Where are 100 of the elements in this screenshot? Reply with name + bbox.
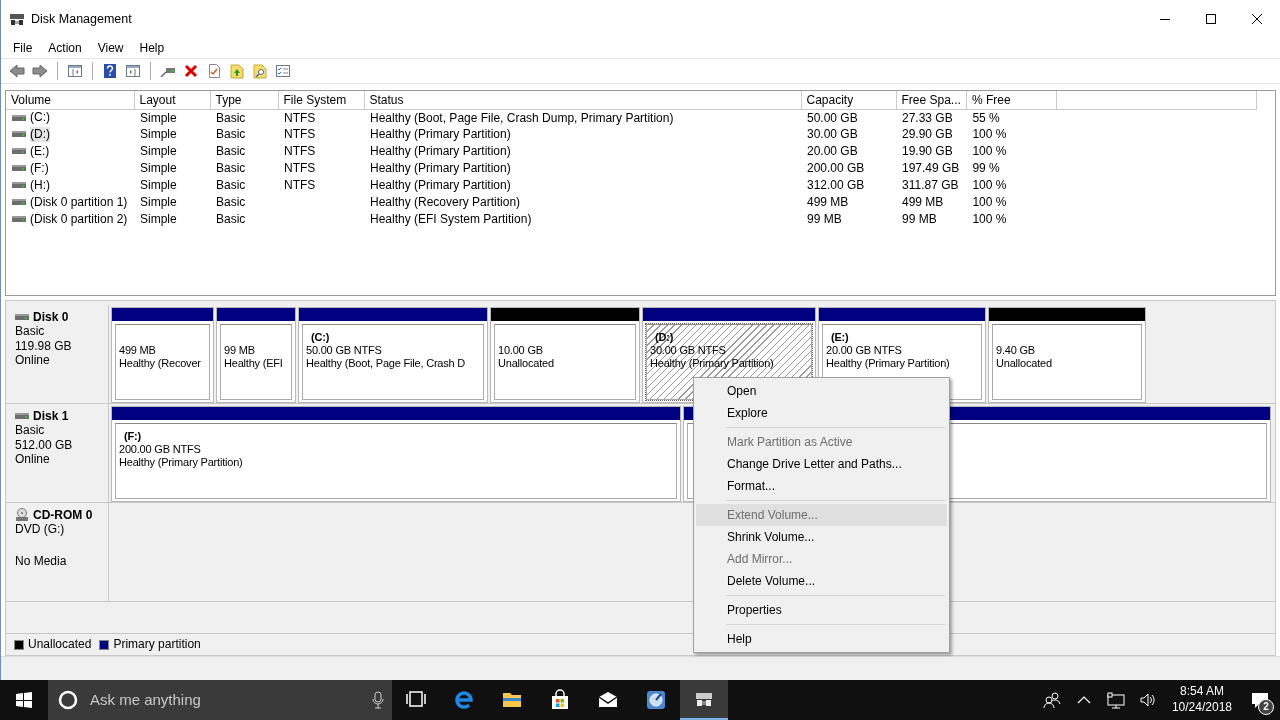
table-cell: 499 MB — [807, 195, 849, 210]
clock-date[interactable]: 10/24/2018 — [1171, 700, 1232, 716]
clock-time[interactable]: 8:54 AM — [1171, 684, 1232, 700]
table-cell: NTFS — [284, 178, 316, 193]
table-cell: 19.90 GB — [902, 144, 953, 159]
menu-item[interactable]: View — [89, 40, 132, 56]
partition-block[interactable]: (C:) 50.00 GB NTFS Healthy (Boot, Page File, Crash D — [298, 307, 488, 403]
drive-label[interactable]: (D:) — [30, 127, 50, 142]
menu-item[interactable]: Shrink Volume... — [696, 526, 947, 548]
folder-search-button[interactable] — [250, 61, 270, 81]
drive-label[interactable]: (Disk 0 partition 2) — [30, 212, 128, 227]
partition-status: Healthy (Primary Partition) — [650, 357, 775, 371]
notifications-button[interactable]: 2 — [1240, 680, 1280, 720]
table-cell: Simple — [140, 212, 177, 227]
partition-label: (C:) — [310, 331, 330, 345]
menu-item[interactable]: Change Drive Letter and Paths... — [696, 453, 947, 475]
people-icon — [1042, 691, 1061, 709]
partition-status: Healthy (Primary Partition) — [826, 357, 951, 371]
legend-label: Primary partition — [113, 637, 201, 652]
disk-info: Online — [15, 452, 51, 467]
table-cell: 311.87 GB — [902, 178, 959, 193]
table-cell: Healthy (Primary Partition) — [370, 144, 511, 159]
table-cell: Healthy (Primary Partition) — [370, 161, 511, 176]
partition-label: (F:) — [123, 430, 141, 444]
table-cell: Healthy (EFI System Partition) — [370, 212, 532, 227]
checklist-icon — [275, 63, 291, 79]
table-cell: 30.00 GB — [807, 127, 858, 142]
table-cell: Basic — [216, 212, 246, 227]
forward-arrow-button[interactable] — [30, 61, 50, 81]
drive-icon — [15, 313, 29, 322]
drive-icon — [12, 198, 26, 207]
column-header[interactable]: Type — [210, 91, 278, 109]
table-cell: Basic — [216, 127, 246, 142]
table-cell: 312.00 GB — [807, 178, 865, 193]
disk-info: Basic — [15, 324, 46, 339]
table-cell: Healthy (Recovery Partition) — [370, 195, 521, 210]
cortana-circle-icon — [58, 690, 78, 710]
partition-block[interactable]: 10.00 GB Unallocated — [490, 307, 640, 403]
search-field[interactable]: Ask me anything — [88, 690, 362, 710]
table-cell: Simple — [140, 178, 177, 193]
menu-item[interactable]: File — [5, 40, 41, 56]
menu-item[interactable]: Help — [131, 40, 173, 56]
menu-item[interactable]: Properties — [696, 599, 947, 621]
legend-label: Unallocated — [28, 637, 92, 652]
table-cell: NTFS — [284, 161, 316, 176]
table-cell: Simple — [140, 161, 177, 176]
menu-item[interactable]: Delete Volume... — [696, 570, 947, 592]
drive-label[interactable]: (C:) — [30, 110, 50, 125]
folder-up-button[interactable] — [227, 61, 247, 81]
console-tree-icon — [67, 63, 83, 79]
maximize-icon — [1206, 14, 1216, 24]
menu-item[interactable]: Explore — [696, 402, 947, 424]
partition-label: (E:) — [830, 331, 849, 345]
table-cell: 499 MB — [902, 195, 944, 210]
menu-item[interactable]: Format... — [696, 475, 947, 497]
partition-block[interactable]: 499 MB Healthy (Recover — [111, 307, 214, 403]
drive-icon — [12, 215, 26, 224]
table-cell: NTFS — [284, 144, 316, 159]
network-icon — [1106, 691, 1125, 709]
partition-size: 99 MB — [224, 344, 256, 358]
column-header[interactable]: Free Spa... — [896, 91, 967, 109]
drive-icon — [12, 164, 26, 173]
table-cell: 27.33 GB — [902, 110, 953, 125]
table-cell: 100 % — [972, 127, 1007, 142]
table-cell: 100 % — [972, 178, 1007, 193]
search-bar[interactable]: Ask me anything — [48, 680, 392, 720]
checked-page-icon — [206, 63, 222, 79]
drive-icon — [12, 181, 26, 190]
table-cell: Healthy (Boot, Page File, Crash Dump, Primary Partition) — [370, 110, 674, 125]
table-cell: 100 % — [972, 144, 1007, 159]
column-header[interactable]: % Free — [966, 91, 1057, 109]
partition-block[interactable]: 99 MB Healthy (EFI — [216, 307, 296, 403]
menu-item[interactable]: Help — [696, 628, 947, 650]
partition-size: 499 MB — [119, 344, 157, 358]
drive-icon — [12, 147, 26, 156]
table-cell: 99 MB — [807, 212, 842, 227]
drive-label[interactable]: (H:) — [30, 178, 50, 193]
disc-drive-icon — [15, 508, 29, 523]
table-cell: Basic — [216, 195, 246, 210]
table-cell: 99 MB — [902, 212, 937, 227]
close-icon — [1252, 14, 1262, 24]
shopping-bag-icon — [549, 689, 571, 711]
drive-label[interactable]: (Disk 0 partition 1) — [30, 195, 128, 210]
column-header[interactable]: Layout — [134, 91, 210, 109]
table-cell: 55 % — [972, 110, 1000, 125]
drive-icon — [12, 113, 26, 122]
drive-label[interactable]: (F:) — [30, 161, 49, 176]
partition-size: 50.00 GB NTFS — [306, 344, 383, 358]
partition-status: Unallocated — [996, 357, 1053, 371]
partition-block[interactable]: (F:) 200.00 GB NTFS Healthy (Primary Partition) — [111, 406, 681, 502]
drive-label[interactable]: (E:) — [30, 144, 50, 159]
column-header[interactable]: Capacity — [801, 91, 896, 109]
column-header[interactable]: File System — [278, 91, 364, 109]
table-cell: Simple — [140, 144, 177, 159]
back-arrow-button[interactable] — [7, 61, 27, 81]
menu-item[interactable]: Action — [40, 40, 90, 56]
column-header[interactable]: Status — [364, 91, 801, 109]
column-header[interactable]: Volume — [6, 91, 134, 109]
taskbar-app[interactable] — [680, 680, 728, 720]
partition-block[interactable]: 9.40 GB Unallocated — [988, 307, 1146, 403]
